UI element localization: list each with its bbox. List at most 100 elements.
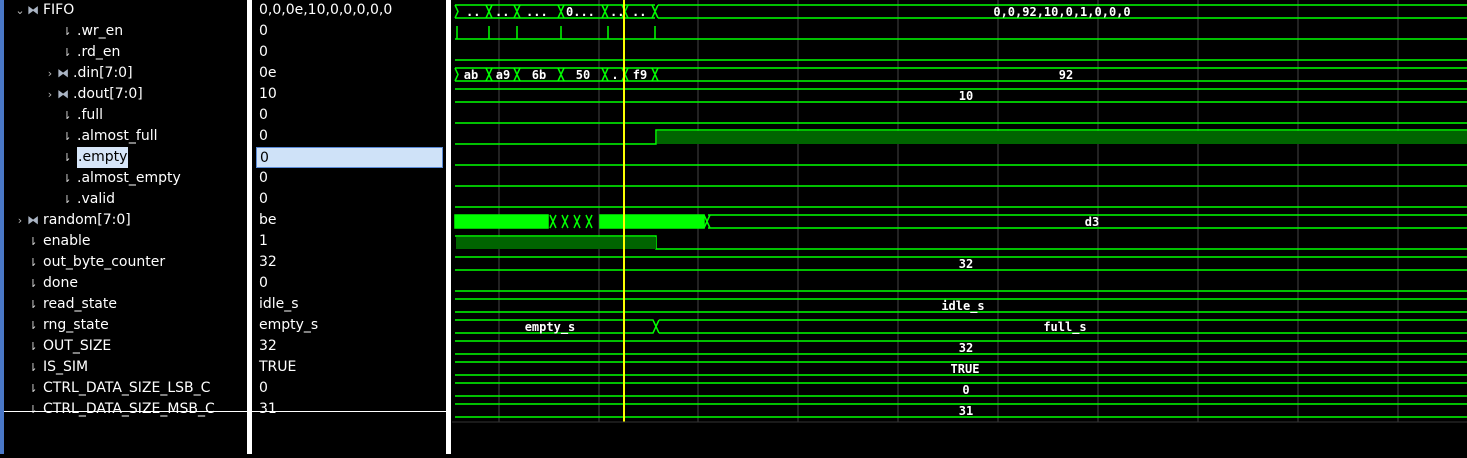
bit-signal-icon: ⇂ [28,361,38,374]
din-label-2: a9 [496,68,510,82]
bit-signal-icon: ⇂ [28,256,38,269]
signal-row[interactable]: ⇂ OUT_SIZE [14,336,111,357]
values-wave-splitter[interactable] [446,0,451,454]
signal-row[interactable]: ⇂ out_byte_counter [14,252,165,273]
bit-signal-icon: ⇂ [28,235,38,248]
signal-row[interactable]: › ⧓ random[7:0] [14,210,131,231]
out-size-label: 32 [959,341,973,355]
signal-value[interactable]: TRUE [252,357,296,378]
signal-name[interactable]: CTRL_DATA_SIZE_LSB_C [43,378,210,399]
waveform-canvas[interactable]: .. .. ... 0... .. .. 0,0,92,10,0,1,0,0,0… [452,0,1467,454]
bit-signal-icon: ⇂ [28,277,38,290]
signal-value[interactable]: 0 [256,147,443,168]
signal-row[interactable]: ⇂ rng_state [14,315,109,336]
signal-value[interactable]: 0 [252,273,268,294]
signal-row[interactable]: › ⧓ .din[7:0] [44,63,133,84]
signal-name[interactable]: FIFO [43,0,74,21]
signal-name[interactable]: .empty [77,147,129,168]
wr-en-wave[interactable] [455,26,1467,40]
signal-name[interactable]: .full [77,105,103,126]
signal-value[interactable]: 0 [252,21,268,42]
din-label-6: f9 [633,68,647,82]
signal-name[interactable]: CTRL_DATA_SIZE_MSB_C [43,399,215,420]
signal-row[interactable]: ⇂ CTRL_DATA_SIZE_MSB_C [14,399,215,420]
signal-row[interactable]: ⇂ enable [14,231,90,252]
signal-name[interactable]: random[7:0] [43,210,131,231]
signal-name[interactable]: .almost_full [77,126,158,147]
signal-name[interactable]: OUT_SIZE [43,336,111,357]
signal-row[interactable]: ⌄ ⧓ FIFO [14,0,74,21]
signal-name[interactable]: enable [43,231,90,252]
bit-signal-icon: ⇂ [28,319,38,332]
signal-row[interactable]: ⇂ done [14,273,78,294]
rng-state-label-1: empty_s [525,320,576,335]
signal-name[interactable]: out_byte_counter [43,252,165,273]
signal-row[interactable]: ⇂ read_state [14,294,117,315]
signal-row[interactable]: ⇂ .almost_full [60,126,158,147]
bus-signal-icon: ⧓ [27,3,39,17]
signal-value[interactable]: be [252,210,277,231]
chevron-right-icon[interactable]: › [44,63,56,84]
signal-value[interactable]: 32 [252,252,277,273]
signal-row[interactable]: ⇂ .wr_en [60,21,123,42]
signal-row[interactable]: ⇂ .full [60,105,103,126]
signal-name[interactable]: .wr_en [77,21,123,42]
bit-signal-icon: ⇂ [28,382,38,395]
signal-name[interactable]: .rd_en [77,42,120,63]
signal-value[interactable]: 0e [252,63,277,84]
signal-row[interactable]: ⇂ .rd_en [60,42,120,63]
signal-value[interactable]: 0 [252,189,268,210]
din-label-7: 92 [1059,68,1073,82]
values-bottom-line [252,411,446,412]
signal-row[interactable]: ⇂ IS_SIM [14,357,88,378]
signal-name[interactable]: .valid [77,189,115,210]
signal-name[interactable]: .dout[7:0] [73,84,143,105]
fifo-label-4: 0... [566,5,595,19]
signal-row[interactable]: ⇂ .empty [60,147,129,168]
signal-value[interactable]: 0 [252,126,268,147]
fifo-label-5: .. [610,5,624,19]
bus-signal-icon: ⧓ [27,213,39,227]
signal-name[interactable]: rng_state [43,315,109,336]
rng-state-label-2: full_s [1043,320,1086,335]
signal-row[interactable]: › ⧓ .dout[7:0] [44,84,143,105]
bit-signal-icon: ⇂ [28,340,38,353]
dout-label: 10 [959,89,973,103]
rng-state-wave[interactable] [455,319,1467,334]
signal-row[interactable]: ⇂ CTRL_DATA_SIZE_LSB_C [14,378,210,399]
signal-value[interactable]: 0 [252,168,268,189]
signal-value[interactable]: 1 [252,231,268,252]
signal-names-panel: ⌄ ⧓ FIFO ⇂ .wr_en ⇂ .rd_en › ⧓ .din[7:0] › ⧓ .dout[7… [4,0,247,454]
enable-high-fill [456,237,656,249]
fifo-label-1: .. [466,5,480,19]
signal-value[interactable]: 0 [252,378,268,399]
signal-value[interactable]: 0 [252,105,268,126]
signal-row[interactable]: ⇂ .almost_empty [60,168,181,189]
signal-row[interactable]: ⇂ .valid [60,189,115,210]
signal-name[interactable]: IS_SIM [43,357,88,378]
ctrl-lsb-wave[interactable] [455,382,1467,397]
waveform-panel[interactable]: .. .. ... 0... .. .. 0,0,92,10,0,1,0,0,0… [452,0,1467,454]
signal-value[interactable]: 0 [252,42,268,63]
signal-value[interactable]: empty_s [252,315,318,336]
din-wave[interactable] [454,67,1467,82]
signal-value[interactable]: 32 [252,336,277,357]
chevron-down-icon[interactable]: ⌄ [14,0,26,21]
signal-name[interactable]: read_state [43,294,117,315]
signal-name[interactable]: .din[7:0] [73,63,133,84]
random-label: d3 [1085,215,1099,229]
fifo-wave[interactable] [454,4,1467,19]
signal-value[interactable]: 10 [252,84,277,105]
signal-value[interactable]: 0,0,0e,10,0,0,0,0,0 [252,0,392,21]
signal-name[interactable]: done [43,273,78,294]
signal-value[interactable]: idle_s [252,294,299,315]
almost-full-high-fill [657,131,1467,144]
signal-value[interactable]: 31 [252,399,277,420]
bit-signal-icon: ⇂ [28,298,38,311]
chevron-right-icon[interactable]: › [14,210,26,231]
random-busy-segments [454,214,711,229]
signal-name[interactable]: .almost_empty [77,168,181,189]
chevron-right-icon[interactable]: › [44,84,56,105]
out-byte-counter-label: 32 [959,257,973,271]
bus-signal-icon: ⧓ [57,87,69,101]
